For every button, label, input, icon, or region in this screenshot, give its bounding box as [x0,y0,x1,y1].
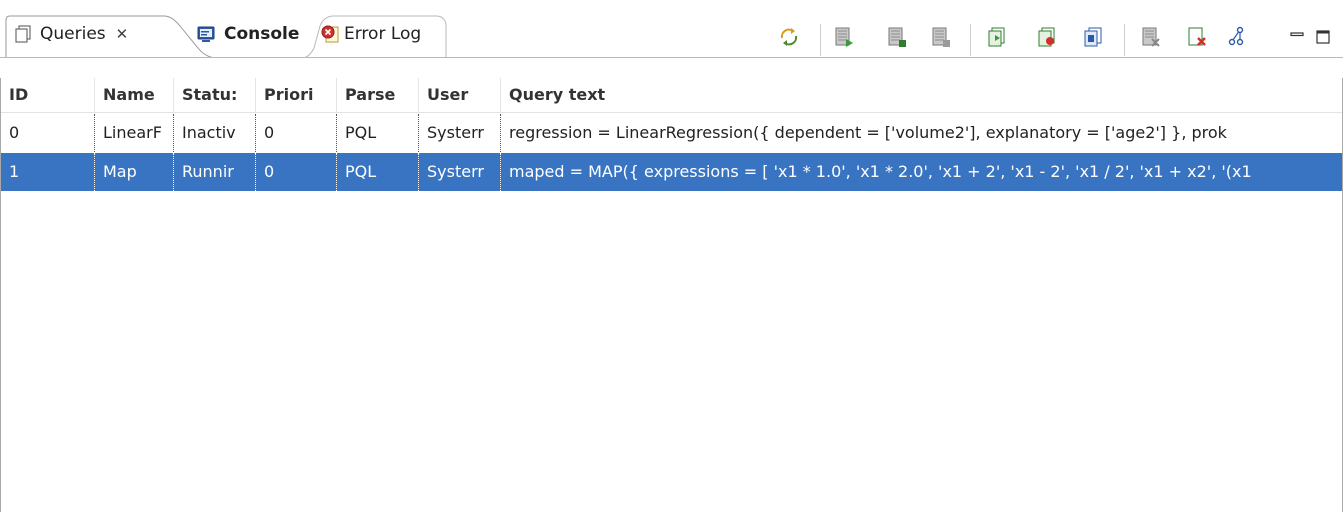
stop-query-icon[interactable] [884,24,910,50]
column-header-parser[interactable]: Parse [337,78,419,112]
cell-id: 1 [1,153,95,191]
import-query-icon[interactable] [1034,24,1060,50]
remove-query-icon[interactable] [1138,24,1164,50]
minimize-icon[interactable] [1284,24,1310,50]
refresh-icon[interactable] [776,24,802,50]
column-header-query-text[interactable]: Query text [501,78,1342,112]
cell-name: Map [95,153,174,191]
cell-id: 0 [1,114,95,152]
column-header-id[interactable]: ID [1,78,95,112]
column-header-name[interactable]: Name [95,78,174,112]
remove-all-icon[interactable] [1184,24,1210,50]
maximize-icon[interactable] [1310,24,1336,50]
view-toolbar [0,24,1344,56]
cell-parser: PQL [337,153,419,191]
cell-query-text: maped = MAP({ expressions = [ 'x1 * 1.0'… [509,162,1252,181]
cell-name: LinearF [95,114,174,152]
cell-query-text: regression = LinearRegression({ dependen… [509,123,1227,142]
cell-priority: 0 [256,153,337,191]
add-query-icon[interactable] [984,24,1010,50]
cell-user: Systerr [419,153,501,191]
show-plan-icon[interactable] [1224,24,1250,50]
column-header-status[interactable]: Statu: [174,78,256,112]
column-header-user[interactable]: User [419,78,501,112]
suspend-query-icon[interactable] [928,24,954,50]
cell-priority: 0 [256,114,337,152]
table-row[interactable]: 0 LinearF Inactiv 0 PQL Systerr regressi… [1,114,1342,152]
table-header: ID Name Statu: Priori Parse User Query t… [1,78,1342,113]
toolbar-separator [820,24,821,56]
start-query-icon[interactable] [831,24,857,50]
tab-bar-divider [0,57,1343,58]
cell-status: Runnir [174,153,256,191]
cell-status: Inactiv [174,114,256,152]
toolbar-separator [970,24,971,56]
column-header-priority[interactable]: Priori [256,78,337,112]
cell-parser: PQL [337,114,419,152]
toolbar-separator [1124,24,1125,56]
copy-query-icon[interactable] [1080,24,1106,50]
table-row-selected[interactable]: 1 Map Runnir 0 PQL Systerr maped = MAP({… [1,153,1342,191]
cell-user: Systerr [419,114,501,152]
